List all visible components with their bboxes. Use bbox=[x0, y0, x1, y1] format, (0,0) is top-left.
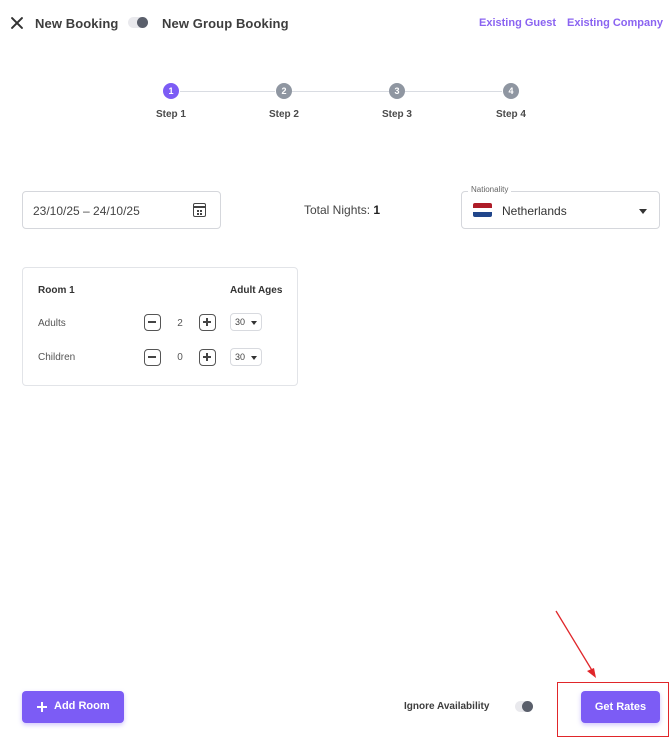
children-minus-button[interactable] bbox=[144, 349, 161, 366]
booking-header: New Booking New Group Booking Existing G… bbox=[0, 0, 670, 46]
step-label: Step 2 bbox=[268, 109, 299, 120]
step-3[interactable]: 3 Step 3 bbox=[367, 83, 427, 120]
adults-count: 2 bbox=[177, 318, 183, 329]
group-booking-toggle[interactable] bbox=[128, 17, 148, 28]
children-label: Children bbox=[38, 352, 76, 363]
room-card: Room 1 Adult Ages Adults 2 30 Children 0… bbox=[22, 267, 298, 386]
step-1[interactable]: 1 Step 1 bbox=[141, 83, 201, 120]
nationality-legend: Nationality bbox=[468, 185, 512, 194]
add-room-label: Add Room bbox=[54, 700, 110, 712]
toggle-knob bbox=[137, 17, 148, 28]
annotation-highlight-box bbox=[557, 682, 669, 737]
netherlands-flag-icon bbox=[473, 203, 492, 217]
date-range-field[interactable]: 23/10/25 – 24/10/25 bbox=[22, 191, 221, 229]
adult-ages-header: Adult Ages bbox=[230, 285, 283, 296]
step-number: 3 bbox=[389, 83, 405, 99]
annotation-arrow bbox=[555, 610, 596, 678]
total-nights-value: 1 bbox=[373, 203, 381, 217]
step-label: Step 3 bbox=[381, 109, 412, 120]
date-range-value: 23/10/25 – 24/10/25 bbox=[33, 204, 140, 218]
room-title: Room 1 bbox=[38, 285, 75, 296]
child-age-value: 30 bbox=[235, 352, 246, 362]
step-number: 1 bbox=[163, 83, 179, 99]
adults-label: Adults bbox=[38, 318, 66, 329]
toggle-knob bbox=[522, 701, 533, 712]
children-count: 0 bbox=[177, 352, 183, 363]
chevron-down-icon bbox=[251, 356, 257, 360]
existing-company-link[interactable]: Existing Company bbox=[567, 17, 663, 29]
ignore-availability-label: Ignore Availability bbox=[404, 701, 490, 712]
total-nights-label: Total Nights: bbox=[304, 203, 371, 217]
total-nights: Total Nights: 1 bbox=[304, 203, 380, 217]
nationality-value: Netherlands bbox=[502, 204, 567, 218]
step-number: 4 bbox=[503, 83, 519, 99]
step-label: Step 4 bbox=[495, 109, 526, 120]
calendar-icon[interactable] bbox=[193, 203, 206, 217]
chevron-down-icon bbox=[251, 321, 257, 325]
nationality-select[interactable]: Nationality Netherlands bbox=[461, 185, 660, 229]
children-plus-button[interactable] bbox=[199, 349, 216, 366]
ignore-availability-toggle[interactable] bbox=[515, 701, 533, 712]
add-room-button[interactable]: Add Room bbox=[22, 691, 124, 723]
new-group-booking-label[interactable]: New Group Booking bbox=[162, 16, 289, 31]
step-2[interactable]: 2 Step 2 bbox=[254, 83, 314, 120]
chevron-down-icon bbox=[639, 209, 647, 214]
adult-age-value: 30 bbox=[235, 317, 246, 327]
step-number: 2 bbox=[276, 83, 292, 99]
adult-age-select[interactable]: 30 bbox=[230, 313, 262, 331]
child-age-select[interactable]: 30 bbox=[230, 348, 262, 366]
booking-stepper: 1 Step 1 2 Step 2 3 Step 3 4 Step 4 bbox=[0, 83, 670, 133]
close-icon[interactable] bbox=[10, 16, 24, 30]
adults-plus-button[interactable] bbox=[199, 314, 216, 331]
adults-minus-button[interactable] bbox=[144, 314, 161, 331]
new-booking-label[interactable]: New Booking bbox=[35, 16, 118, 31]
plus-icon bbox=[37, 702, 47, 712]
existing-guest-link[interactable]: Existing Guest bbox=[479, 17, 556, 29]
step-4[interactable]: 4 Step 4 bbox=[481, 83, 541, 120]
step-label: Step 1 bbox=[155, 109, 186, 120]
